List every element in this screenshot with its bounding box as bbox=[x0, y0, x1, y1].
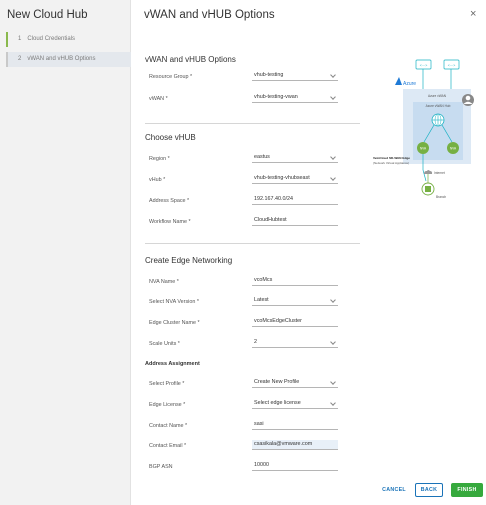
branch-icon bbox=[421, 182, 435, 196]
workflow-name-input[interactable]: CloudHubtest bbox=[252, 216, 338, 226]
branch-label: Branch bbox=[436, 195, 446, 199]
nva-caption: VeloCloud SD-WAN Edge bbox=[373, 156, 410, 160]
region-select[interactable]: eastus bbox=[252, 153, 338, 163]
vpn-gateway-icon: <···> bbox=[415, 59, 432, 70]
select-profile-label: Select Profile * bbox=[149, 381, 185, 387]
scale-units-label: Scale Units * bbox=[149, 341, 180, 347]
nva-name-label: NVA Name * bbox=[149, 279, 179, 285]
edge-license-label: Edge License * bbox=[149, 402, 186, 408]
user-avatar-icon bbox=[462, 94, 474, 106]
scale-units-select[interactable]: 2 bbox=[252, 338, 338, 348]
select-profile-select[interactable]: Create New Profile bbox=[252, 378, 338, 388]
vhub-label: vHub * bbox=[149, 177, 166, 183]
nva-version-label: Select NVA Version * bbox=[149, 299, 199, 305]
network-topology-diagram: <···> <···> Azure Azure vWAN Azure vWAN … bbox=[373, 59, 474, 199]
section-title: Create Edge Networking bbox=[145, 256, 233, 265]
nva-edge-icon: NVA bbox=[447, 142, 459, 154]
edge-license-select[interactable]: Select edge license bbox=[252, 399, 338, 409]
contact-email-label: Contact Email * bbox=[149, 443, 187, 449]
address-space-input[interactable]: 192.167.40.0/24 bbox=[252, 195, 338, 205]
region-label: Region * bbox=[149, 156, 170, 162]
cancel-button[interactable]: CANCEL bbox=[377, 483, 411, 497]
vpn-label: <···> bbox=[420, 63, 428, 67]
finish-button[interactable]: FINISH bbox=[451, 483, 483, 497]
section-divider bbox=[145, 243, 360, 244]
section-title: vWAN and vHUB Options bbox=[145, 55, 236, 64]
step-number: 1 bbox=[18, 36, 22, 42]
nva-edge-icon: NVA bbox=[417, 142, 429, 154]
wizard-sidebar: New Cloud Hub 1 Cloud Credentials 2 vWAN a… bbox=[0, 0, 131, 505]
vwan-label: Azure vWAN bbox=[428, 94, 447, 98]
step-label: Cloud Credentials bbox=[27, 36, 76, 42]
close-icon[interactable]: × bbox=[470, 8, 476, 20]
wizard-title: New Cloud Hub bbox=[7, 9, 88, 21]
nva-version-select[interactable]: Latest bbox=[252, 296, 338, 306]
workflow-name-label: Workflow Name * bbox=[149, 219, 191, 225]
step-cloud-credentials[interactable]: 1 Cloud Credentials bbox=[6, 32, 131, 47]
step-label: vWAN and vHUB Options bbox=[27, 56, 96, 62]
vpn-label: <···> bbox=[448, 63, 456, 67]
vwan-label: vWAN * bbox=[149, 96, 168, 102]
nva-label: NVA bbox=[420, 147, 427, 151]
step-vwan-vhub-options[interactable]: 2 vWAN and vHUB Options bbox=[6, 52, 131, 67]
page-title: vWAN and vHUB Options bbox=[144, 9, 275, 21]
back-button[interactable]: BACK bbox=[415, 483, 443, 497]
bgp-asn-label: BGP ASN bbox=[149, 464, 173, 470]
internet-label: Internet bbox=[434, 171, 445, 175]
azure-logo-icon bbox=[395, 77, 402, 85]
vwan-select[interactable]: vhub-testing-vwan bbox=[252, 93, 338, 103]
hub-globe-icon bbox=[431, 113, 445, 127]
address-space-label: Address Space * bbox=[149, 198, 190, 204]
step-number: 2 bbox=[18, 56, 22, 62]
vhub-select[interactable]: vhub-testing-vhubseast bbox=[252, 174, 338, 184]
resource-group-label: Resource Group * bbox=[149, 74, 193, 80]
nva-name-input[interactable]: vcoMcs bbox=[252, 276, 338, 286]
nva-caption-sub: (Network Virtual Appliance) bbox=[373, 161, 409, 165]
azure-label: Azure bbox=[403, 81, 416, 87]
contact-name-input[interactable]: sasi bbox=[252, 420, 338, 430]
address-assignment-heading: Address Assignment bbox=[145, 361, 200, 367]
internet-cloud-icon bbox=[424, 170, 433, 174]
section-title: Choose vHUB bbox=[145, 133, 196, 142]
section-divider bbox=[145, 123, 360, 124]
vpn-gateway-icon: <···> bbox=[443, 59, 460, 70]
contact-name-label: Contact Name * bbox=[149, 423, 188, 429]
vwan-hub-label: Azure vWAN Hub bbox=[426, 104, 451, 108]
edge-cluster-input[interactable]: vcoMcsEdgeCluster bbox=[252, 317, 338, 327]
edge-cluster-label: Edge Cluster Name * bbox=[149, 320, 200, 326]
nva-label: NVA bbox=[450, 147, 457, 151]
bgp-asn-input[interactable]: 10000 bbox=[252, 461, 338, 471]
resource-group-select[interactable]: vhub-testing bbox=[252, 71, 338, 81]
contact-email-input[interactable]: csasikala@vmware.com bbox=[252, 440, 338, 450]
